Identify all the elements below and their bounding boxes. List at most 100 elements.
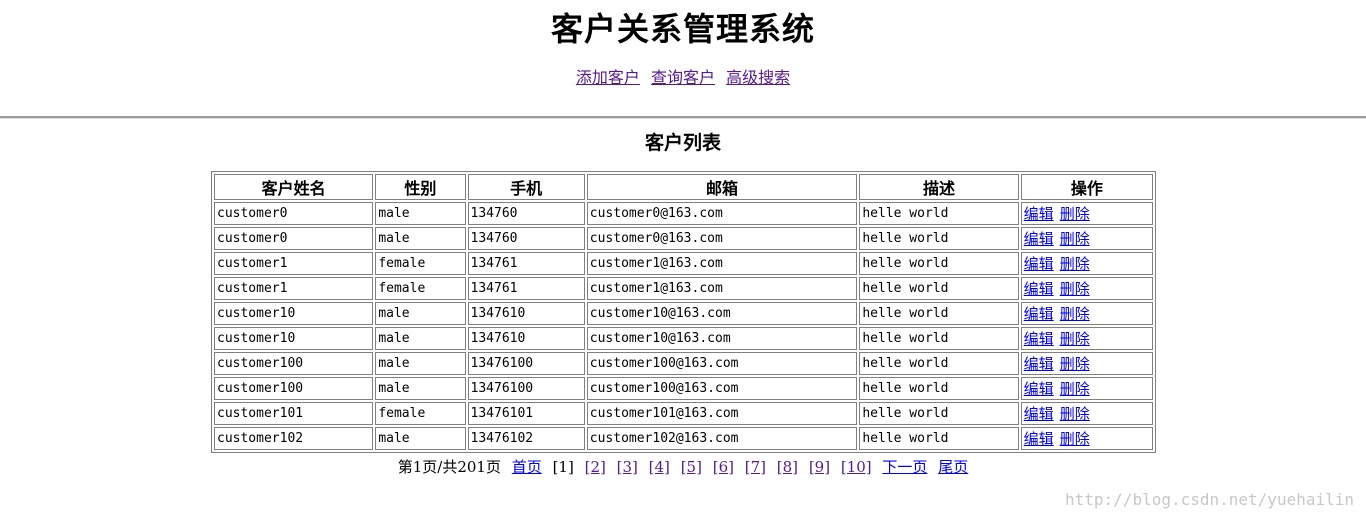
email-cell: customer101@163.com bbox=[586, 402, 858, 425]
customer-name-cell: customer1 bbox=[214, 277, 374, 300]
email-cell: customer10@163.com bbox=[586, 327, 858, 350]
table-row: customer10 male 1347610 customer10@163.com h… bbox=[214, 302, 1153, 325]
column-header-email: 邮箱 bbox=[586, 174, 858, 200]
page-link-8[interactable]: [8] bbox=[777, 458, 798, 476]
customer-name-cell: customer101 bbox=[214, 402, 374, 425]
description-cell: helle world bbox=[859, 427, 1019, 450]
description-cell: helle world bbox=[859, 202, 1019, 225]
top-nav: 添加客户 查询客户 高级搜索 bbox=[0, 64, 1366, 88]
page-link-5[interactable]: [5] bbox=[681, 458, 702, 476]
phone-cell: 13476102 bbox=[467, 427, 585, 450]
page-link-7[interactable]: [7] bbox=[745, 458, 766, 476]
table-row: customer100 male 13476100 customer100@163.c… bbox=[214, 377, 1153, 400]
customer-name-cell: customer0 bbox=[214, 202, 374, 225]
description-cell: helle world bbox=[859, 352, 1019, 375]
actions-cell: 编辑 删除 bbox=[1020, 427, 1153, 450]
delete-link[interactable]: 删除 bbox=[1060, 280, 1090, 298]
phone-cell: 1347610 bbox=[467, 302, 585, 325]
email-cell: customer102@163.com bbox=[586, 427, 858, 450]
phone-cell: 13476100 bbox=[467, 377, 585, 400]
actions-cell: 编辑 删除 bbox=[1020, 377, 1153, 400]
add-customer-link[interactable]: 添加客户 bbox=[576, 68, 640, 87]
edit-link[interactable]: 编辑 bbox=[1024, 330, 1054, 348]
description-cell: helle world bbox=[859, 327, 1019, 350]
delete-link[interactable]: 删除 bbox=[1060, 305, 1090, 323]
delete-link[interactable]: 删除 bbox=[1060, 330, 1090, 348]
advanced-search-link[interactable]: 高级搜索 bbox=[726, 68, 790, 87]
table-row: customer1 female 134761 customer1@163.com he… bbox=[214, 277, 1153, 300]
gender-cell: male bbox=[375, 327, 466, 350]
customer-name-cell: customer10 bbox=[214, 302, 374, 325]
phone-cell: 1347610 bbox=[467, 327, 585, 350]
email-cell: customer1@163.com bbox=[586, 277, 858, 300]
gender-cell: male bbox=[375, 377, 466, 400]
edit-link[interactable]: 编辑 bbox=[1024, 380, 1054, 398]
edit-link[interactable]: 编辑 bbox=[1024, 305, 1054, 323]
email-cell: customer100@163.com bbox=[586, 377, 858, 400]
phone-cell: 13476100 bbox=[467, 352, 585, 375]
description-cell: helle world bbox=[859, 227, 1019, 250]
delete-link[interactable]: 删除 bbox=[1060, 380, 1090, 398]
description-cell: helle world bbox=[859, 277, 1019, 300]
last-page-link[interactable]: 尾页 bbox=[938, 458, 968, 476]
email-cell: customer1@163.com bbox=[586, 252, 858, 275]
phone-cell: 13476101 bbox=[467, 402, 585, 425]
page-link-9[interactable]: [9] bbox=[809, 458, 830, 476]
column-header-name: 客户姓名 bbox=[214, 174, 374, 200]
page-link-3[interactable]: [3] bbox=[617, 458, 638, 476]
page-link-10[interactable]: [10] bbox=[841, 458, 872, 476]
delete-link[interactable]: 删除 bbox=[1060, 355, 1090, 373]
actions-cell: 编辑 删除 bbox=[1020, 277, 1153, 300]
email-cell: customer10@163.com bbox=[586, 302, 858, 325]
edit-link[interactable]: 编辑 bbox=[1024, 205, 1054, 223]
page-link-4[interactable]: [4] bbox=[649, 458, 670, 476]
actions-cell: 编辑 删除 bbox=[1020, 402, 1153, 425]
gender-cell: male bbox=[375, 202, 466, 225]
delete-link[interactable]: 删除 bbox=[1060, 405, 1090, 423]
gender-cell: female bbox=[375, 252, 466, 275]
edit-link[interactable]: 编辑 bbox=[1024, 280, 1054, 298]
gender-cell: male bbox=[375, 227, 466, 250]
query-customer-link[interactable]: 查询客户 bbox=[651, 68, 715, 87]
delete-link[interactable]: 删除 bbox=[1060, 255, 1090, 273]
delete-link[interactable]: 删除 bbox=[1060, 430, 1090, 448]
phone-cell: 134761 bbox=[467, 252, 585, 275]
gender-cell: female bbox=[375, 402, 466, 425]
pagination: 第1页/共201页 首页 [1] [2] [3] [4] [5] [6] [7]… bbox=[0, 456, 1366, 477]
table-row: customer102 male 13476102 customer102@163.c… bbox=[214, 427, 1153, 450]
table-row: customer1 female 134761 customer1@163.com he… bbox=[214, 252, 1153, 275]
edit-link[interactable]: 编辑 bbox=[1024, 405, 1054, 423]
table-row: customer10 male 1347610 customer10@163.com h… bbox=[214, 327, 1153, 350]
gender-cell: male bbox=[375, 352, 466, 375]
customer-name-cell: customer10 bbox=[214, 327, 374, 350]
table-row: customer0 male 134760 customer0@163.com hell… bbox=[214, 227, 1153, 250]
description-cell: helle world bbox=[859, 402, 1019, 425]
actions-cell: 编辑 删除 bbox=[1020, 352, 1153, 375]
email-cell: customer0@163.com bbox=[586, 202, 858, 225]
watermark: http://blog.csdn.net/yuehailin bbox=[1065, 490, 1354, 509]
edit-link[interactable]: 编辑 bbox=[1024, 355, 1054, 373]
column-header-gender: 性别 bbox=[375, 174, 466, 200]
first-page-link[interactable]: 首页 bbox=[512, 458, 542, 476]
page-link-2[interactable]: [2] bbox=[585, 458, 606, 476]
actions-cell: 编辑 删除 bbox=[1020, 327, 1153, 350]
current-page: [1] bbox=[552, 458, 574, 476]
description-cell: helle world bbox=[859, 377, 1019, 400]
customer-name-cell: customer1 bbox=[214, 252, 374, 275]
gender-cell: female bbox=[375, 277, 466, 300]
delete-link[interactable]: 删除 bbox=[1060, 205, 1090, 223]
customer-name-cell: customer0 bbox=[214, 227, 374, 250]
page-link-6[interactable]: [6] bbox=[713, 458, 734, 476]
phone-cell: 134760 bbox=[467, 227, 585, 250]
edit-link[interactable]: 编辑 bbox=[1024, 230, 1054, 248]
actions-cell: 编辑 删除 bbox=[1020, 202, 1153, 225]
phone-cell: 134760 bbox=[467, 202, 585, 225]
edit-link[interactable]: 编辑 bbox=[1024, 255, 1054, 273]
next-page-link[interactable]: 下一页 bbox=[882, 458, 927, 476]
edit-link[interactable]: 编辑 bbox=[1024, 430, 1054, 448]
gender-cell: male bbox=[375, 302, 466, 325]
phone-cell: 134761 bbox=[467, 277, 585, 300]
customer-name-cell: customer100 bbox=[214, 352, 374, 375]
email-cell: customer0@163.com bbox=[586, 227, 858, 250]
delete-link[interactable]: 删除 bbox=[1060, 230, 1090, 248]
